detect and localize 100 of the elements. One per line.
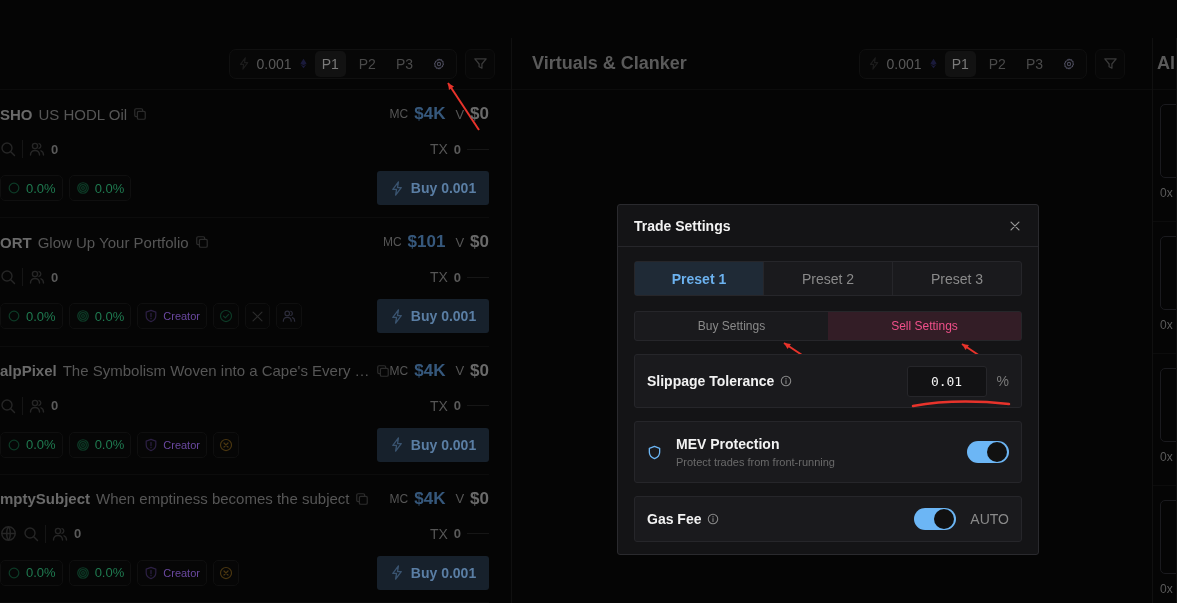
copy-icon[interactable] — [133, 107, 148, 121]
mev-description: Protect trades from front-running — [676, 456, 835, 468]
volume-label: V — [455, 106, 465, 122]
toggle-switch[interactable] — [914, 508, 957, 530]
stat-value: 0.0% — [26, 565, 56, 581]
preset-tab[interactable]: P1 — [314, 50, 346, 77]
tx-count: 0 — [453, 526, 461, 542]
volume-value: $0 — [470, 488, 489, 509]
people-icon — [281, 309, 296, 324]
percent-unit: % — [996, 373, 1009, 389]
token-address: 0x — [1160, 186, 1174, 200]
market-cap-value: $4K — [414, 488, 446, 509]
shield-icon — [144, 437, 159, 452]
target-icon — [75, 309, 90, 324]
amount-value: 0.001 — [886, 55, 922, 72]
search-icon[interactable] — [0, 269, 16, 286]
volume-label: V — [455, 234, 465, 250]
filter-icon — [472, 56, 488, 71]
people-icon — [29, 397, 45, 414]
x-circle-icon — [218, 565, 233, 580]
circle-icon — [7, 309, 21, 324]
gas-mode: AUTO — [970, 511, 1009, 527]
buy-button[interactable]: Buy 0.001 — [377, 299, 489, 334]
tx-label: TX — [429, 269, 448, 286]
circle-icon — [7, 181, 21, 195]
token-name: When emptiness becomes the subject — [96, 490, 350, 508]
diamond-icon — [927, 58, 939, 69]
target-icon — [75, 181, 90, 195]
preset-tab[interactable]: P3 — [388, 50, 420, 77]
lightning-icon — [389, 180, 405, 196]
token-name: Glow Up Your Portfolio — [37, 233, 189, 251]
market-cap-label: MC — [389, 107, 409, 121]
gas-fee-label: Gas Fee — [647, 511, 702, 527]
volume-label: V — [455, 491, 465, 507]
preset-tab[interactable]: Preset 1 — [635, 262, 763, 295]
stat-value: 0.0% — [26, 180, 56, 196]
tx-count: 0 — [453, 269, 461, 285]
volume-value: $0 — [470, 232, 489, 253]
target-icon — [75, 565, 90, 580]
slippage-input[interactable]: 0.01 — [906, 365, 987, 397]
token-ticker: ORT — [0, 233, 32, 251]
market-cap-label: MC — [389, 491, 409, 506]
search-icon[interactable] — [0, 141, 16, 157]
holders-count: 0 — [51, 269, 59, 285]
creator-label: Creator — [163, 438, 200, 451]
holders-count: 0 — [74, 526, 82, 542]
filter-button[interactable] — [1095, 48, 1125, 79]
volume-label: V — [455, 363, 465, 378]
shield-icon — [647, 444, 662, 460]
people-icon — [29, 269, 45, 286]
token-address: 0x — [1160, 318, 1174, 332]
search-icon[interactable] — [23, 525, 39, 542]
stat-value: 0.0% — [26, 308, 56, 324]
preset-tab[interactable]: P3 — [1018, 50, 1050, 77]
buy-button[interactable]: Buy 0.001 — [377, 555, 489, 590]
toggle-switch[interactable] — [967, 441, 1009, 463]
lightning-icon — [389, 437, 405, 452]
lightning-icon — [389, 308, 405, 324]
stat-value: 0.0% — [94, 565, 125, 581]
circle-icon — [7, 565, 21, 580]
panel-title: Al — [1157, 53, 1175, 74]
x-circle-icon — [218, 437, 233, 452]
token-name: The Symbolism Woven into a Cape's Every … — [62, 362, 370, 379]
target-icon — [75, 437, 90, 452]
people-icon — [29, 141, 45, 157]
copy-icon[interactable] — [194, 235, 209, 250]
tx-count: 0 — [453, 141, 461, 157]
search-icon[interactable] — [0, 397, 16, 414]
preset-tab[interactable]: P1 — [944, 50, 976, 77]
preset-tab[interactable]: P2 — [351, 50, 383, 77]
stat-value: 0.0% — [94, 180, 125, 196]
info-icon — [707, 513, 720, 525]
copy-icon[interactable] — [375, 363, 390, 378]
settings-tab[interactable]: Sell Settings — [828, 312, 1021, 340]
volume-value: $0 — [470, 360, 490, 381]
mev-title: MEV Protection — [676, 436, 781, 452]
preset-tab[interactable]: P2 — [981, 50, 1013, 77]
settings-tab[interactable]: Buy Settings — [635, 312, 828, 340]
filter-icon — [1102, 56, 1118, 71]
shield-icon — [144, 309, 159, 324]
copy-icon[interactable] — [355, 491, 370, 506]
buy-button[interactable]: Buy 0.001 — [377, 427, 489, 462]
tx-label: TX — [429, 141, 448, 157]
info-icon — [780, 375, 793, 387]
token-ticker: mptySubject — [0, 490, 90, 508]
preset-tab[interactable]: Preset 3 — [892, 262, 1021, 295]
preset-tab[interactable]: Preset 2 — [763, 262, 892, 295]
token-ticker: SHO — [0, 105, 33, 123]
tx-label: TX — [429, 397, 448, 414]
lightning-icon — [389, 565, 405, 581]
market-cap-label: MC — [389, 363, 409, 378]
market-cap-label: MC — [382, 235, 402, 250]
buy-button[interactable]: Buy 0.001 — [377, 171, 489, 205]
tx-count: 0 — [453, 398, 461, 413]
filter-button[interactable] — [465, 48, 495, 79]
check-circle-icon — [218, 309, 233, 324]
token-ticker: alpPixel — [0, 362, 57, 379]
globe-icon[interactable] — [0, 525, 17, 543]
holders-count: 0 — [51, 398, 59, 413]
market-cap-value: $4K — [414, 360, 446, 381]
